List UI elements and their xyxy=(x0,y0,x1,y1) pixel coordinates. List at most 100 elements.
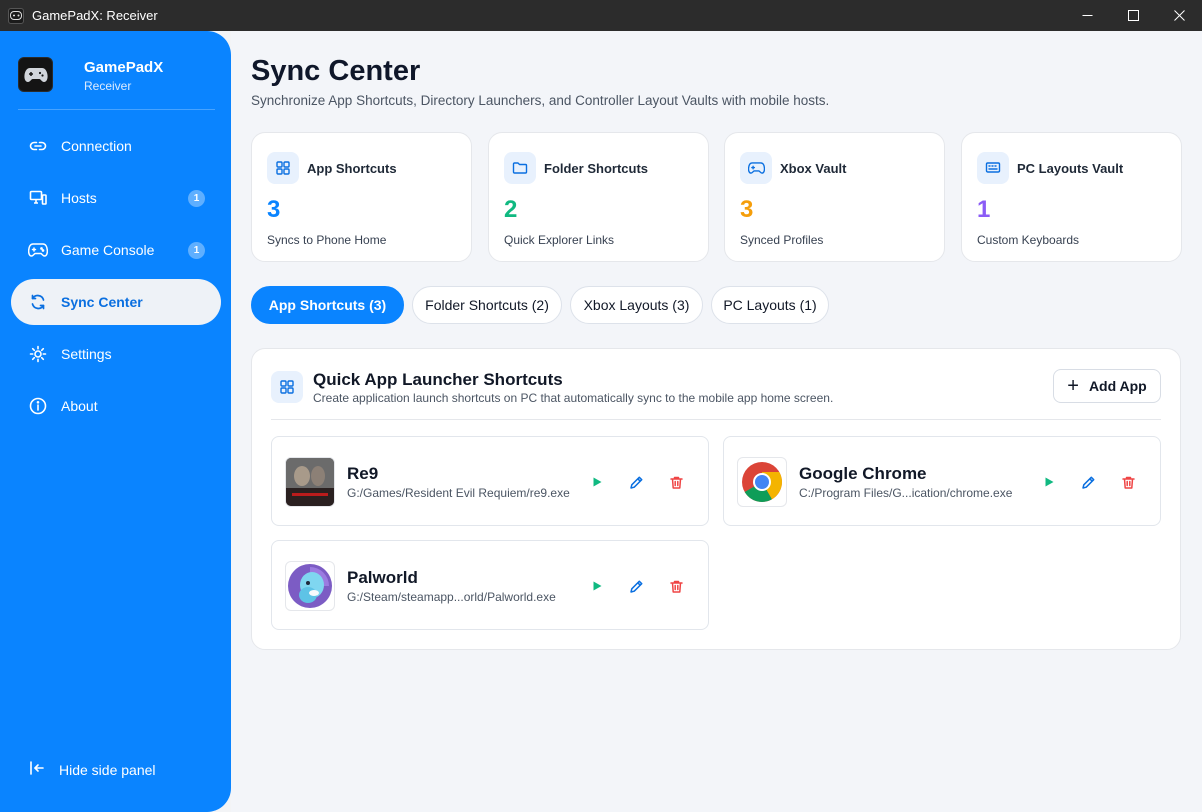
stat-label: Xbox Vault xyxy=(780,161,847,176)
close-icon xyxy=(1173,10,1185,21)
trash-icon xyxy=(669,476,683,489)
plus-icon: + xyxy=(1067,375,1079,397)
app-name: Re9 xyxy=(347,464,379,483)
folder-icon xyxy=(504,152,536,184)
stat-card-app-shortcuts: App Shortcuts 3 Syncs to Phone Home xyxy=(251,132,472,262)
panel-title: Quick App Launcher Shortcuts xyxy=(313,370,563,389)
gamepad-icon xyxy=(740,152,772,184)
sync-icon xyxy=(28,292,48,312)
pencil-icon xyxy=(629,476,642,489)
tab-folder-shortcuts[interactable]: Folder Shortcuts (2) xyxy=(412,286,562,324)
window-controls xyxy=(1064,0,1202,31)
sidebar-item-label: Hosts xyxy=(61,190,97,206)
gear-icon xyxy=(28,344,48,364)
maximize-icon xyxy=(1127,10,1139,21)
sidebar-item-game-console[interactable]: Game Console 1 xyxy=(11,227,221,273)
tab-app-shortcuts[interactable]: App Shortcuts (3) xyxy=(251,286,404,324)
launch-button[interactable] xyxy=(1039,472,1059,492)
hide-side-panel-button[interactable]: Hide side panel xyxy=(28,759,156,780)
tab-pc-layouts[interactable]: PC Layouts (1) xyxy=(711,286,829,324)
stat-label: PC Layouts Vault xyxy=(1017,161,1124,176)
stat-label: Folder Shortcuts xyxy=(544,161,649,176)
title-bar: GamePadX: Receiver xyxy=(0,0,1202,31)
sidebar-item-hosts[interactable]: Hosts 1 xyxy=(11,175,221,221)
tab-xbox-layouts[interactable]: Xbox Layouts (3) xyxy=(570,286,703,324)
sidebar-item-label: Game Console xyxy=(61,242,155,258)
add-app-button[interactable]: + Add App xyxy=(1053,369,1161,403)
app-path: C:/Program Files/G...ication/chrome.exe xyxy=(799,486,1013,500)
stat-caption: Custom Keyboards xyxy=(977,233,1080,247)
brand-name: GamePadX xyxy=(84,59,164,76)
edit-button[interactable] xyxy=(626,472,646,492)
trash-icon xyxy=(669,580,683,593)
delete-button[interactable] xyxy=(1118,472,1138,492)
edit-button[interactable] xyxy=(626,576,646,596)
gamepad-icon xyxy=(28,240,48,260)
stat-value: 2 xyxy=(504,196,518,223)
app-card-google-chrome: Google Chrome C:/Program Files/G...icati… xyxy=(723,436,1161,526)
delete-button[interactable] xyxy=(666,472,686,492)
re9-cover-image xyxy=(285,457,335,507)
window-title: GamePadX: Receiver xyxy=(32,8,158,23)
play-icon xyxy=(593,581,602,591)
grid-icon xyxy=(271,371,303,403)
stat-value: 1 xyxy=(977,196,991,223)
link-icon xyxy=(28,136,48,156)
stat-card-pc-layouts-vault: PC Layouts Vault 1 Custom Keyboards xyxy=(961,132,1182,262)
edit-button[interactable] xyxy=(1078,472,1098,492)
play-icon xyxy=(593,477,602,487)
sidebar-item-label: Settings xyxy=(61,346,112,362)
grid-icon xyxy=(267,152,299,184)
panel-description: Create application launch shortcuts on P… xyxy=(313,391,834,405)
minimize-icon xyxy=(1082,15,1092,16)
close-button[interactable] xyxy=(1156,0,1202,31)
stat-caption: Synced Profiles xyxy=(740,233,824,247)
app-shortcuts-panel: Quick App Launcher Shortcuts Create appl… xyxy=(251,348,1181,650)
trash-icon xyxy=(1121,476,1135,489)
launch-button[interactable] xyxy=(587,576,607,596)
collapse-panel-icon xyxy=(28,759,46,780)
brand-logo-gamepad-icon xyxy=(18,57,53,92)
pencil-icon xyxy=(629,580,642,593)
console-count-badge: 1 xyxy=(188,242,205,259)
app-path: G:/Games/Resident Evil Requiem/re9.exe xyxy=(347,486,570,500)
page-title: Sync Center xyxy=(251,55,421,87)
hide-side-panel-label: Hide side panel xyxy=(59,761,156,778)
stat-label: App Shortcuts xyxy=(307,161,397,176)
sidebar: GamePadX Receiver Connection Hosts 1 Gam… xyxy=(0,31,231,812)
stat-caption: Syncs to Phone Home xyxy=(267,233,387,247)
monitor-icon xyxy=(28,188,48,208)
stat-card-folder-shortcuts: Folder Shortcuts 2 Quick Explorer Links xyxy=(488,132,709,262)
brand: GamePadX Receiver xyxy=(18,57,215,110)
stat-value: 3 xyxy=(740,196,754,223)
maximize-button[interactable] xyxy=(1110,0,1156,31)
main-content: Sync Center Synchronize App Shortcuts, D… xyxy=(231,31,1202,812)
page-subtitle: Synchronize App Shortcuts, Directory Lau… xyxy=(251,93,830,108)
sidebar-item-sync-center[interactable]: Sync Center xyxy=(11,279,221,325)
stat-caption: Quick Explorer Links xyxy=(504,233,615,247)
app-gamepad-icon xyxy=(8,7,24,24)
panel-divider xyxy=(271,419,1161,420)
launch-button[interactable] xyxy=(587,472,607,492)
hosts-count-badge: 1 xyxy=(188,190,205,207)
minimize-button[interactable] xyxy=(1064,0,1110,31)
app-name: Google Chrome xyxy=(799,464,927,483)
brand-divider xyxy=(18,109,215,110)
sidebar-item-connection[interactable]: Connection xyxy=(11,123,221,169)
sidebar-item-label: About xyxy=(61,398,98,414)
stat-value: 3 xyxy=(267,196,281,223)
keyboard-icon xyxy=(977,152,1009,184)
pencil-icon xyxy=(1081,476,1094,489)
stat-card-xbox-vault: Xbox Vault 3 Synced Profiles xyxy=(724,132,945,262)
sidebar-item-label: Connection xyxy=(61,138,132,154)
sidebar-item-about[interactable]: About xyxy=(11,383,221,429)
app-card-re9: Re9 G:/Games/Resident Evil Requiem/re9.e… xyxy=(271,436,709,526)
add-app-label: Add App xyxy=(1088,378,1147,394)
brand-subtitle: Receiver xyxy=(84,79,132,93)
info-icon xyxy=(28,396,48,416)
chrome-logo-icon xyxy=(737,457,787,507)
app-path: G:/Steam/steamapp...orld/Palworld.exe xyxy=(347,590,556,604)
delete-button[interactable] xyxy=(666,576,686,596)
sidebar-item-settings[interactable]: Settings xyxy=(11,331,221,377)
play-icon xyxy=(1045,477,1054,487)
